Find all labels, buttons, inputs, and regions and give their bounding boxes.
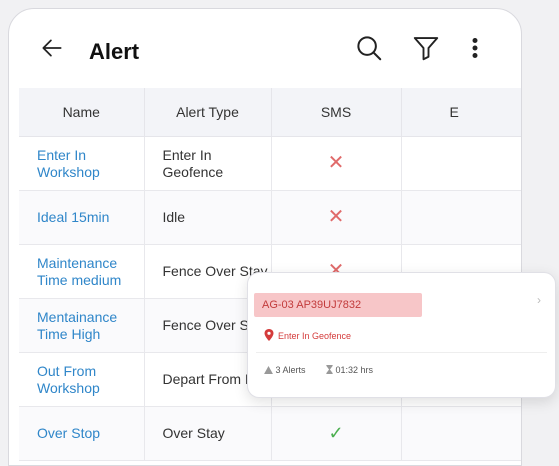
filter-icon[interactable] [411,33,441,63]
alert-count-label: 3 Alerts [275,365,306,375]
vehicle-alert-card[interactable]: AG-03 AP39UJ7832 › Enter In Geofence 3 A… [247,272,556,398]
table-row[interactable]: Ideal 15min Idle ✕ [19,190,521,245]
sms-status: ✕ [271,190,402,245]
sms-status: ✕ [271,136,402,191]
alert-count: 3 Alerts [264,365,306,375]
alert-name[interactable]: Mentainance Time High [19,298,145,353]
geofence-status-label: Enter In Geofence [278,331,352,341]
column-header-name[interactable]: Name [19,88,145,137]
alert-type: Enter In Geofence [144,136,272,191]
alert-type: Idle [144,190,272,245]
geofence-status: Enter In Geofence [264,329,351,341]
table-row[interactable]: Enter In Workshop Enter In Geofence ✕ [19,136,521,191]
table-header-row: Name Alert Type SMS E [19,88,521,137]
column-header-email[interactable]: E [401,88,521,137]
alert-name[interactable]: Enter In Workshop [19,136,145,191]
divider [256,352,547,353]
email-cell [401,190,521,245]
table-row[interactable]: Over Stop Over Stay ✓ [19,406,521,461]
alert-name[interactable]: Out From Workshop [19,352,145,407]
hourglass-icon [326,365,333,374]
column-header-sms[interactable]: SMS [271,88,402,137]
back-arrow-icon[interactable] [39,35,65,61]
duration: 01:32 hrs [326,365,373,375]
chevron-right-icon[interactable]: › [537,293,541,307]
cross-icon: ✕ [327,151,345,174]
location-pin-icon [264,329,274,341]
app-bar: Alert [9,9,521,87]
alert-name[interactable]: Ideal 15min [19,190,145,245]
vehicle-registration-badge[interactable]: AG-03 AP39UJ7832 [254,293,422,317]
email-cell [401,136,521,191]
alert-type: Over Stay [144,406,272,461]
duration-label: 01:32 hrs [335,365,374,375]
check-icon: ✓ [328,422,344,443]
more-vertical-icon[interactable] [465,33,485,63]
sms-status: ✓ [271,406,402,461]
warning-icon [264,366,273,374]
cross-icon: ✕ [327,205,345,228]
alert-name[interactable]: Over Stop [19,406,145,461]
search-icon[interactable] [354,33,384,63]
column-header-alert-type[interactable]: Alert Type [144,88,272,137]
alert-name[interactable]: Maintenance Time medium [19,244,145,299]
page-title: Alert [89,39,140,64]
email-cell [401,406,521,461]
